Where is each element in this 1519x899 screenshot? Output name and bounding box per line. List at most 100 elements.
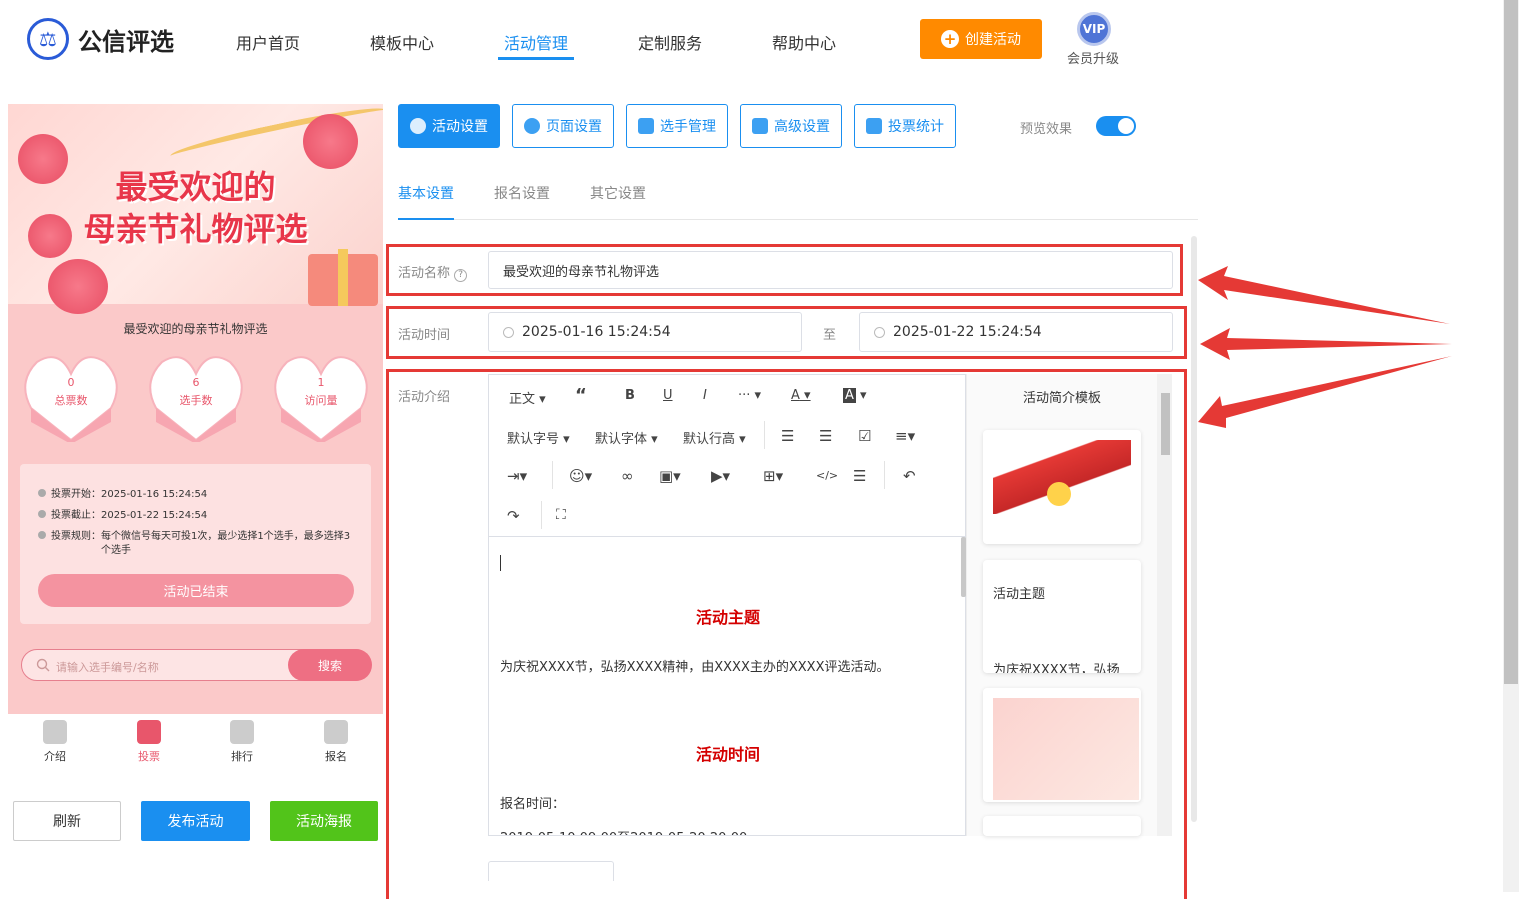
nav-home[interactable]: 用户首页 [236,30,300,54]
settings-list-icon [752,118,768,134]
tab-statistics-label: 投票统计 [888,119,944,135]
italic-icon[interactable]: I [703,388,707,403]
nav-help[interactable]: 帮助中心 [772,30,836,54]
vote-start-text: 投票开始：2025-01-16 15:24:54 [51,489,208,500]
search-button[interactable]: 搜索 [288,649,372,681]
align-icon[interactable]: ≡▾ [895,427,915,445]
vip-icon[interactable]: VIP [1077,12,1111,46]
template-card[interactable]: 活动主题 为庆祝XXXX节，弘扬 [983,560,1141,673]
document-icon [43,720,67,744]
tab-page-settings-label: 页面设置 [546,119,602,135]
vote-end-text: 投票截止：2025-01-22 15:24:54 [51,510,208,521]
start-time-input[interactable]: 2025-01-16 15:24:54 [488,312,802,352]
stat-contestants: 6 选手数 [148,352,244,446]
quote-icon[interactable]: “ [575,385,587,406]
undo-icon[interactable]: ↶ [903,467,916,485]
tab-signup[interactable]: 报名 [306,720,366,764]
bullet-icon [38,510,46,518]
tab-ranking[interactable]: 排行 [212,720,272,764]
numbered-list-icon[interactable]: ☰ [819,427,832,445]
refresh-button[interactable]: 刷新 [13,801,121,841]
template-card[interactable] [983,816,1141,836]
stat-value: 6 [192,376,200,389]
redo-icon[interactable]: ↷ [507,507,520,525]
tab-intro[interactable]: 介绍 [25,720,85,764]
gift-ribbon-decoration [338,249,348,306]
vip-upgrade-link[interactable]: 会员升级 [1067,48,1119,67]
tab-activity-settings[interactable]: 活动设置 [398,104,500,148]
code-icon[interactable]: </> [816,469,838,482]
template-thumbnail [993,698,1139,800]
bold-icon[interactable]: B [625,388,635,403]
background-color-icon[interactable]: A ▾ [843,388,867,403]
activity-poster-button[interactable]: 活动海报 [270,801,378,841]
more-icon[interactable]: ··· ▾ [738,388,761,403]
template-scrollbar[interactable] [1157,374,1172,836]
activity-ended-button[interactable]: 活动已结束 [38,574,354,607]
page-scrollbar-thumb[interactable] [1504,0,1518,684]
underline-icon[interactable]: U [663,388,673,403]
text-cursor [500,555,501,571]
search-input[interactable]: 请输入选手编号/名称 [56,659,159,675]
preview-toggle-label: 预览效果 [1020,122,1073,137]
help-icon[interactable]: ? [454,269,468,282]
font-size-dropdown[interactable]: 默认字号 ▾ [507,428,570,447]
create-activity-button[interactable]: + 创建活动 [920,19,1042,59]
banner-image: 最受欢迎的 母亲节礼物评选 [8,104,383,314]
stat-value: 1 [317,376,325,389]
brand-name[interactable]: 公信评选 [78,22,174,57]
end-time-input[interactable]: 2025-01-22 15:24:54 [859,312,1173,352]
font-size-label: 默认字号 [507,432,560,447]
image-icon[interactable]: ▣▾ [659,467,681,485]
time-separator: 至 [823,328,837,343]
editor-content-area[interactable]: 活动主题 为庆祝XXXX节，弘扬XXXX精神，由XXXX主办的XXXX评选活动。… [489,537,959,835]
nav-custom-service[interactable]: 定制服务 [638,30,702,54]
toolbar-divider [541,501,542,529]
subtab-signup[interactable]: 报名设置 [494,183,550,203]
template-card[interactable] [983,688,1141,802]
todo-checkbox-icon[interactable]: ☑ [858,427,871,445]
arrow-to-name [1198,266,1450,324]
nav-activity-management[interactable]: 活动管理 [504,30,568,54]
indent-icon[interactable]: ⇥▾ [507,467,527,485]
template-card[interactable] [983,430,1141,544]
table-icon[interactable]: ⊞▾ [763,467,783,485]
link-icon[interactable]: ∞ [621,467,634,485]
stat-visits: 1 访问量 [273,352,369,446]
logo-icon[interactable]: ⚖ [27,18,69,60]
clock-icon [503,326,514,338]
emoji-icon[interactable]: ☺▾ [569,467,592,485]
font-color-icon[interactable]: A ▾ [791,388,811,403]
tab-advanced-settings[interactable]: 高级设置 [740,104,842,148]
arrow-to-intro [1198,356,1452,428]
video-icon[interactable]: ▶▾ [711,467,730,485]
font-family-dropdown[interactable]: 默认字体 ▾ [595,428,658,447]
line-height-dropdown[interactable]: 默认行高 ▾ [683,428,746,447]
fullscreen-icon[interactable]: ⛶ [556,507,566,523]
page-scrollbar[interactable] [1503,0,1519,892]
editor-footer-tab[interactable] [488,861,614,881]
subtab-basic[interactable]: 基本设置 [398,183,454,203]
activity-name-input[interactable]: 最受欢迎的母亲节礼物评选 [488,251,1173,289]
paragraph-format-dropdown[interactable]: 正文 ▾ [509,388,546,407]
tab-contestant-management[interactable]: 选手管理 [626,104,728,148]
nav-templates[interactable]: 模板中心 [370,30,434,54]
tab-page-settings[interactable]: 页面设置 [512,104,614,148]
font-family-label: 默认字体 [595,432,648,447]
tab-activity-settings-label: 活动设置 [432,119,488,135]
bullet-list-icon[interactable]: ☰ [781,427,794,445]
publish-activity-button[interactable]: 发布活动 [141,801,250,841]
tab-vote[interactable]: 投票 [119,720,179,764]
subtab-divider [398,219,1198,220]
gear-icon [524,118,540,134]
divider-line-icon[interactable]: ☰ [853,467,866,485]
template-scrollbar-thumb[interactable] [1161,393,1170,455]
tab-vote-statistics[interactable]: 投票统计 [854,104,956,148]
vote-end-info: 投票截止：2025-01-22 15:24:54 [38,509,207,523]
users-icon [638,118,654,134]
vote-rule-info: 投票规则：每个微信号每天可投1次，最少选择1个选手，最多选择3 [38,530,350,544]
banner-title-line1: 最受欢迎的 [115,168,276,206]
subtab-other[interactable]: 其它设置 [590,183,646,203]
preview-toggle[interactable] [1096,116,1136,136]
stat-label: 总票数 [54,394,88,407]
